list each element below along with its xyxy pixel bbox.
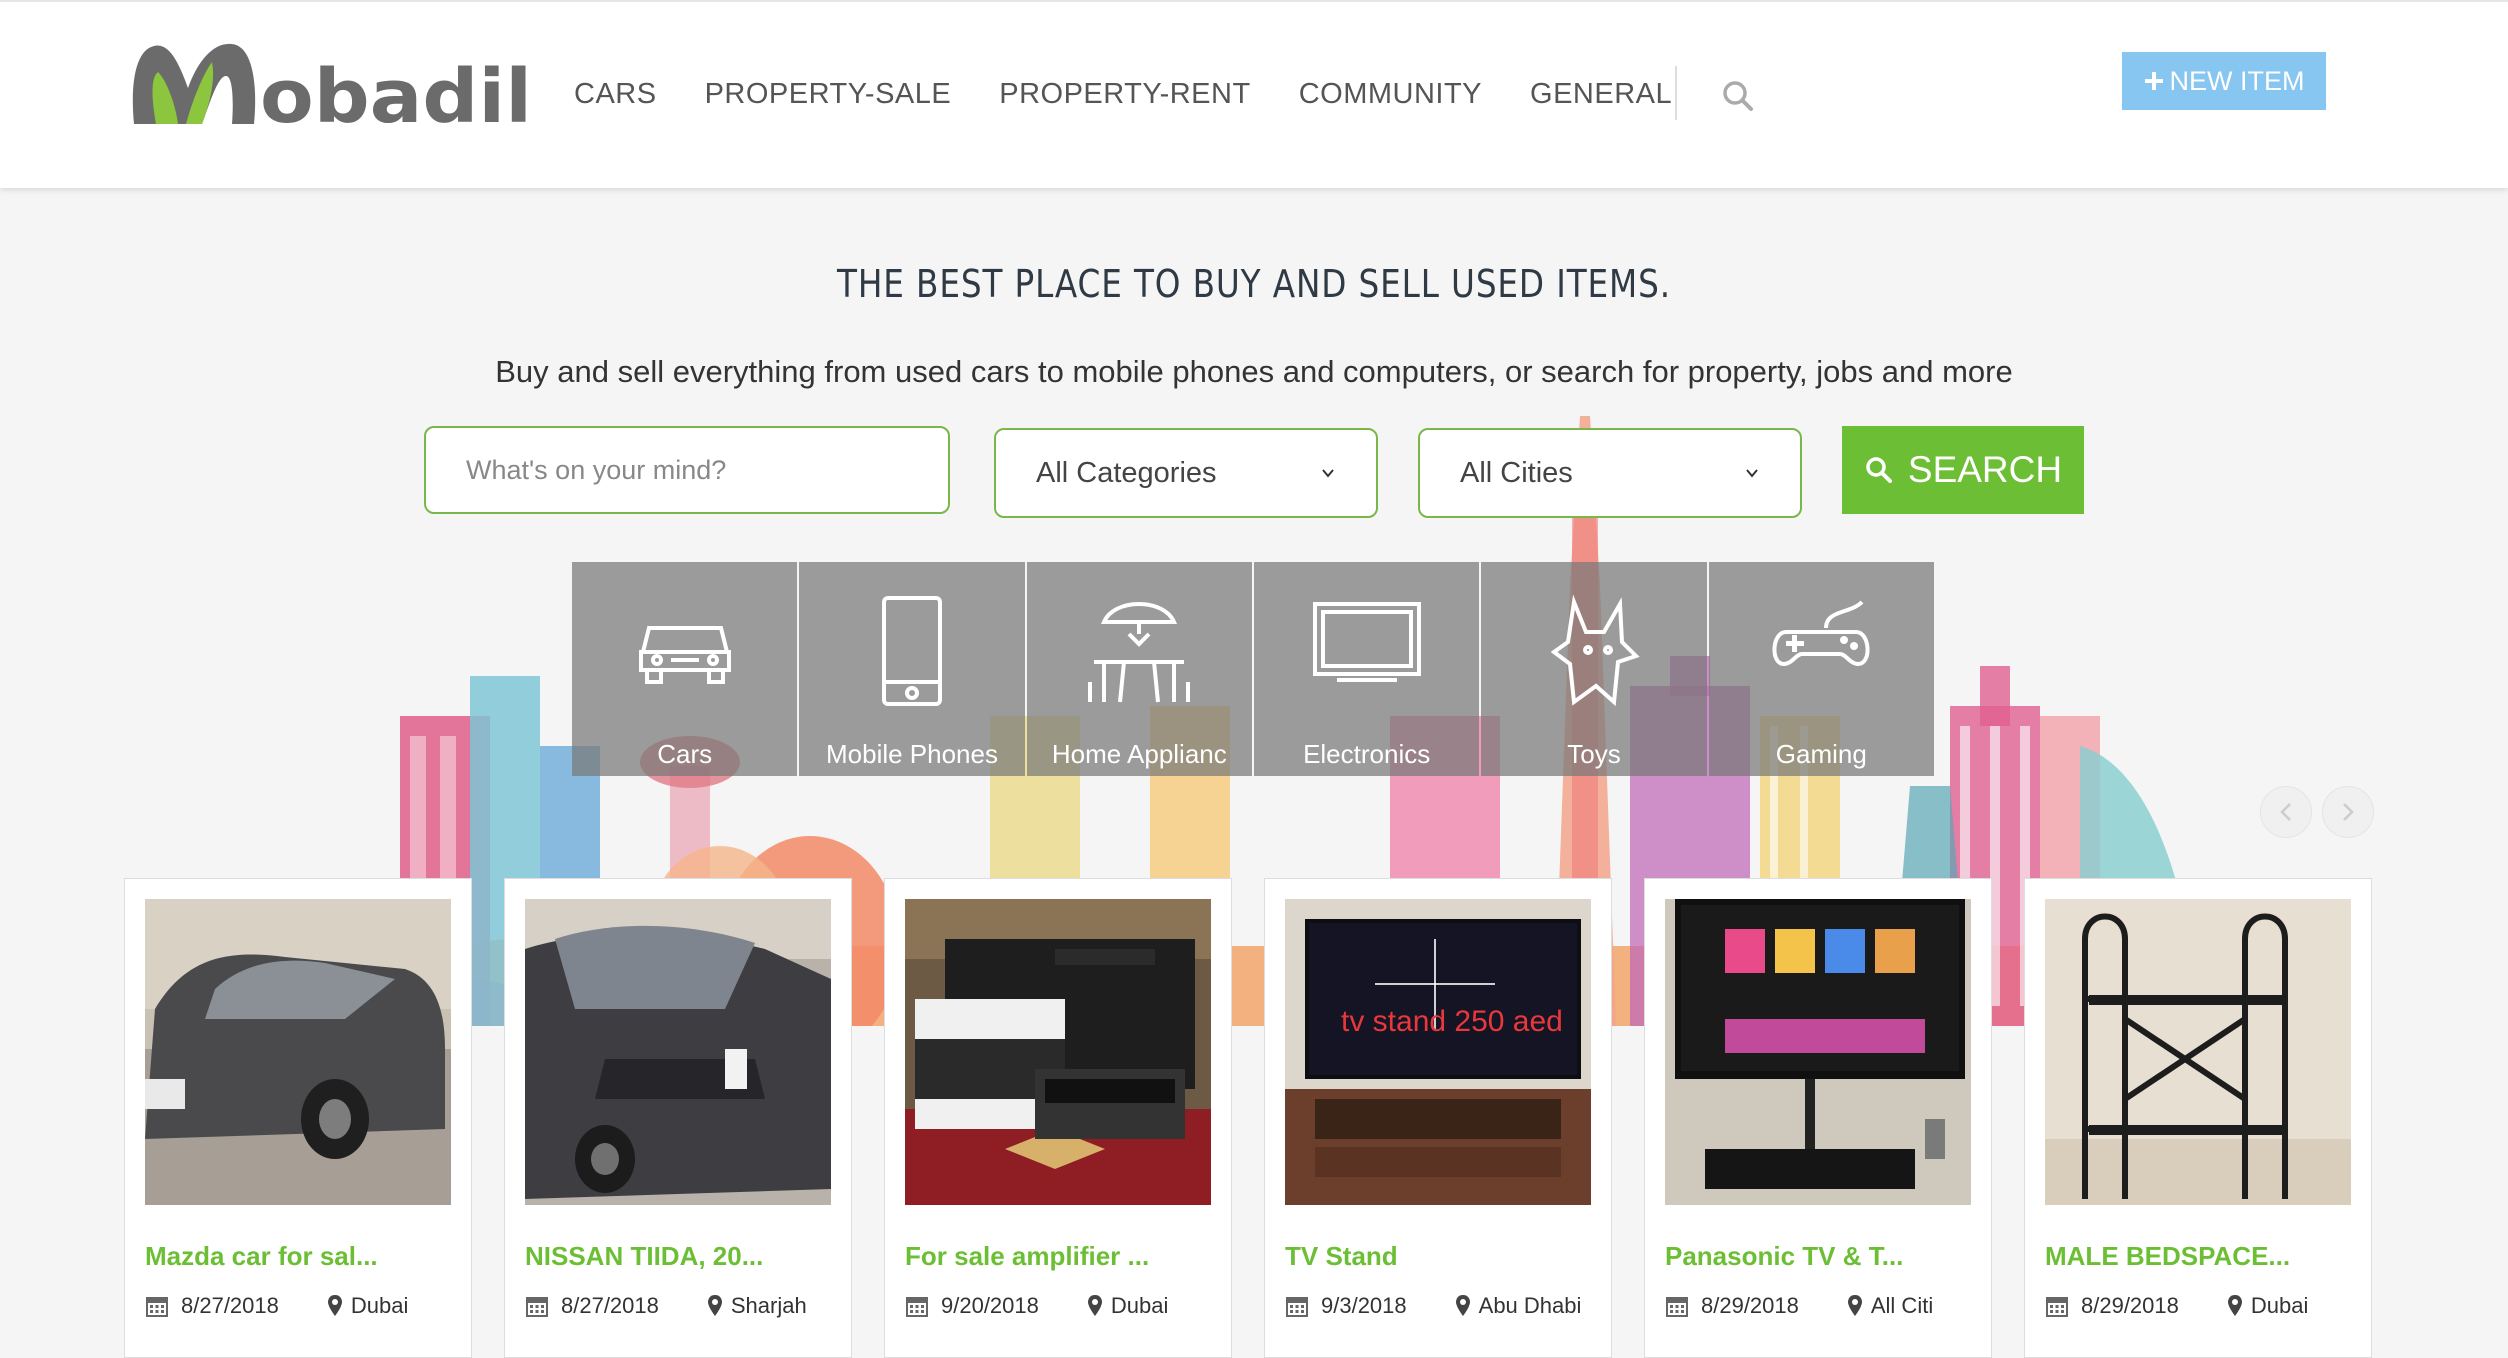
mobile-phone-icon: [881, 596, 942, 706]
new-item-label: NEW ITEM: [2169, 65, 2305, 96]
gamepad-icon: [1772, 600, 1870, 667]
category-tile-gaming[interactable]: Gaming: [1708, 562, 1934, 776]
listing-meta: 8/29/2018 All Citi: [1665, 1293, 1933, 1319]
carousel-prev-button[interactable]: [2260, 786, 2312, 838]
listing-title[interactable]: TV Stand: [1285, 1241, 1398, 1272]
listing-date: 9/20/2018: [941, 1293, 1039, 1318]
listing-card[interactable]: Mazda car for sal... 8/27/2018 Dubai: [124, 878, 472, 1358]
listing-photo[interactable]: [525, 899, 831, 1205]
car-icon: [638, 626, 731, 684]
main-nav: CARS PROPERTY-SALE PROPERTY-RENT COMMUNI…: [574, 78, 1720, 111]
map-pin-icon: [1087, 1295, 1102, 1316]
listing-card[interactable]: For sale amplifier ... 9/20/2018 Dubai: [884, 878, 1232, 1358]
listing-title[interactable]: Panasonic TV & T...: [1665, 1241, 1903, 1272]
svg-text:obadil: obadil: [260, 54, 532, 132]
city-select[interactable]: All Cities: [1418, 428, 1802, 518]
listing-date: 8/27/2018: [181, 1293, 279, 1318]
listing-card[interactable]: Panasonic TV & T... 8/29/2018 All Citi: [1644, 878, 1992, 1358]
listing-meta: 8/29/2018 Dubai: [2045, 1293, 2308, 1319]
category-label: Toys: [1567, 739, 1621, 769]
chevron-down-icon: [1746, 469, 1758, 478]
search-button-label: SEARCH: [1907, 449, 2063, 490]
new-item-button[interactable]: NEW ITEM: [2122, 52, 2326, 110]
listing-location: All Citi: [1870, 1293, 1934, 1318]
listing-card[interactable]: tv stand 250 aed TV Stand 9/3/2018 Abu D…: [1264, 878, 1612, 1358]
search-icon: [1866, 457, 1892, 483]
nav-community[interactable]: COMMUNITY: [1299, 78, 1482, 111]
category-label: Electronics: [1303, 739, 1431, 769]
site-header: obadil CARS PROPERTY-SALE PROPERTY-RENT …: [0, 0, 2508, 188]
listing-location: Abu Dhabi: [1478, 1293, 1582, 1318]
calendar-icon: [526, 1297, 548, 1317]
nav-cars[interactable]: CARS: [574, 78, 657, 111]
category-label: Cars: [657, 739, 713, 769]
category-tile-cars[interactable]: Cars: [572, 562, 798, 776]
listing-card[interactable]: NISSAN TIIDA, 20... 8/27/2018 Sharjah: [504, 878, 852, 1358]
listing-photo[interactable]: [145, 899, 451, 1205]
chevron-left-icon: [2280, 803, 2291, 821]
map-pin-icon: [2227, 1295, 2242, 1316]
listing-title[interactable]: For sale amplifier ...: [905, 1241, 1149, 1272]
hero-title: THE BEST PLACE TO BUY AND SELL USED ITEM…: [837, 262, 1671, 306]
listing-title[interactable]: NISSAN TIIDA, 20...: [525, 1241, 763, 1272]
listing-meta: 9/20/2018 Dubai: [905, 1293, 1168, 1319]
calendar-icon: [1286, 1297, 1308, 1317]
carousel-next-button[interactable]: [2322, 786, 2374, 838]
plus-icon: [2144, 72, 2163, 90]
category-tile-electronics[interactable]: Electronics: [1253, 562, 1480, 776]
listing-date: 8/29/2018: [1701, 1293, 1799, 1318]
search-icon[interactable]: [1720, 78, 1756, 114]
calendar-icon: [2046, 1297, 2068, 1317]
toy-icon: [1550, 594, 1640, 707]
category-tile-mobile-phones[interactable]: Mobile Phones: [799, 562, 1025, 776]
hero-subtitle: Buy and sell everything from used cars t…: [495, 354, 2013, 389]
map-pin-icon: [1455, 1295, 1470, 1316]
listing-date: 8/29/2018: [2081, 1293, 2179, 1318]
listing-title[interactable]: MALE BEDSPACE...: [2045, 1241, 2290, 1272]
mobadil-logo[interactable]: obadil: [128, 32, 538, 132]
listing-date: 8/27/2018: [561, 1293, 659, 1318]
calendar-icon: [906, 1297, 928, 1317]
map-pin-icon: [327, 1295, 342, 1316]
calendar-icon: [1666, 1297, 1688, 1317]
nav-general[interactable]: GENERAL: [1530, 78, 1672, 111]
map-pin-icon: [1847, 1295, 1862, 1316]
category-select-value: All Categories: [1036, 456, 1217, 489]
listing-location: Dubai: [350, 1293, 409, 1318]
nav-property-sale[interactable]: PROPERTY-SALE: [705, 78, 952, 111]
category-label: Gaming: [1775, 739, 1867, 769]
calendar-icon: [146, 1297, 168, 1317]
listing-card[interactable]: MALE BEDSPACE... 8/29/2018 Dubai: [2024, 878, 2372, 1358]
listing-meta: 9/3/2018 Abu Dhabi: [1285, 1293, 1581, 1319]
listing-location: Dubai: [2250, 1293, 2309, 1318]
listing-location: Sharjah: [730, 1293, 807, 1318]
home-appliance-icon: [1088, 602, 1191, 703]
listing-date: 9/3/2018: [1321, 1293, 1407, 1318]
search-button[interactable]: SEARCH: [1842, 426, 2084, 514]
chevron-right-icon: [2343, 803, 2354, 821]
listing-photo[interactable]: [2045, 899, 2351, 1205]
monitor-icon: [1312, 602, 1421, 682]
nav-property-rent[interactable]: PROPERTY-RENT: [999, 78, 1250, 111]
search-input[interactable]: [424, 426, 950, 514]
listing-photo[interactable]: tv stand 250 aed: [1285, 899, 1591, 1205]
listing-title[interactable]: Mazda car for sal...: [145, 1241, 378, 1272]
category-label: Home Applianc: [1051, 739, 1227, 769]
nav-divider: [1675, 66, 1677, 120]
category-tile-toys[interactable]: Toys: [1481, 562, 1707, 776]
listing-meta: 8/27/2018 Dubai: [145, 1293, 408, 1319]
chevron-down-icon: [1322, 469, 1334, 478]
listing-location: Dubai: [1110, 1293, 1169, 1318]
category-select[interactable]: All Categories: [994, 428, 1378, 518]
category-label: Mobile Phones: [825, 739, 998, 769]
category-tile-home-appliances[interactable]: Home Applianc: [1026, 562, 1252, 776]
listing-photo[interactable]: [1665, 899, 1971, 1205]
listing-photo[interactable]: [905, 899, 1211, 1205]
category-carousel: Cars Mobile Phones Home Applianc Electro…: [572, 562, 1936, 776]
photo-caption: tv stand 250 aed: [1341, 1005, 1563, 1038]
map-pin-icon: [707, 1295, 722, 1316]
listing-meta: 8/27/2018 Sharjah: [525, 1293, 807, 1319]
city-select-value: All Cities: [1460, 456, 1573, 489]
